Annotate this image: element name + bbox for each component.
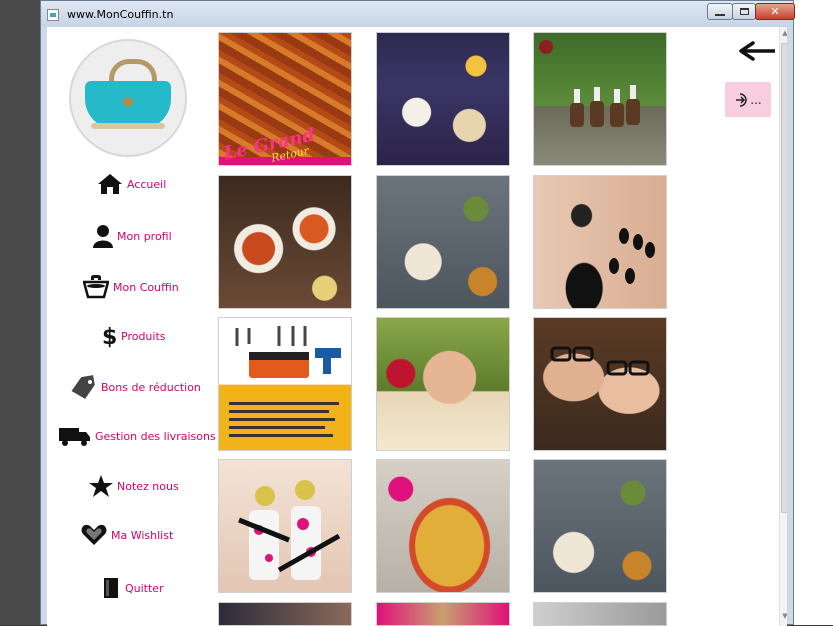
paintball-illustration (238, 480, 341, 580)
sidebar-item-notez-nous[interactable]: Notez nous (89, 475, 179, 497)
product-tile-eyewear[interactable] (533, 317, 667, 451)
minimize-button[interactable] (707, 3, 733, 20)
product-tile-paintball[interactable] (218, 459, 352, 593)
product-tile-restaurant-2[interactable] (533, 459, 667, 593)
arrow-left-icon[interactable] (739, 39, 779, 63)
heart-icon (81, 524, 107, 545)
close-icon: ✕ (770, 5, 780, 18)
exit-icon (104, 578, 118, 598)
maximize-icon (739, 8, 749, 15)
product-tile-horse-riding[interactable] (533, 32, 667, 166)
logout-button[interactable]: ... (725, 82, 771, 117)
toolbox-illustration (229, 326, 341, 437)
close-button[interactable]: ✕ (755, 3, 795, 20)
sidebar-item-label: Gestion des livraisons (95, 429, 216, 443)
scroll-down-icon[interactable]: ▼ (780, 612, 787, 622)
sidebar-item-mon-profil[interactable]: Mon profil (93, 224, 172, 248)
product-tile-partial-2[interactable] (376, 602, 510, 626)
glasses-illustration (550, 346, 650, 376)
logout-label: ... (750, 92, 762, 107)
sidebar-item-quitter[interactable]: Quitter (103, 577, 164, 599)
sidebar-item-label: Produits (121, 329, 166, 343)
window-title: www.MonCouffin.tn (67, 8, 174, 21)
scroll-up-icon[interactable]: ▲ (780, 29, 787, 39)
product-tile-spa[interactable] (376, 317, 510, 451)
nails-illustration (609, 228, 655, 284)
sidebar-item-label: Ma Wishlist (111, 528, 174, 542)
scrollbar-thumb[interactable] (781, 43, 787, 513)
svg-text:$: $ (102, 325, 117, 348)
product-tile-tools[interactable] (218, 317, 352, 451)
profile-avatar[interactable] (69, 39, 187, 157)
minimize-icon (715, 13, 725, 16)
sidebar-item-mon-couffin[interactable]: Mon Couffin (83, 275, 179, 299)
vertical-scrollbar[interactable]: ▲ ▼ (779, 27, 787, 626)
sidebar-item-label: Notez nous (117, 479, 179, 493)
product-tile-partial-1[interactable] (218, 602, 352, 626)
dollar-icon: $ (102, 325, 117, 348)
home-icon (98, 174, 122, 194)
product-tile-pizza[interactable]: Le Grand Retour (218, 32, 352, 166)
sidebar-item-label: Accueil (127, 177, 167, 191)
desktop-left-edge (0, 0, 42, 625)
sidebar-item-accueil[interactable]: Accueil (97, 173, 166, 195)
sidebar-item-label: Mon profil (117, 229, 172, 243)
tag-icon (71, 375, 95, 399)
sidebar-item-produits[interactable]: $ Produits (101, 324, 166, 348)
basket-icon (83, 275, 109, 299)
truck-icon (59, 428, 90, 446)
sidebar-item-label: Quitter (125, 581, 164, 595)
app-window: www.MonCouffin.tn ✕ Accueil Mon profil M… (40, 0, 795, 626)
product-tile-buffet[interactable] (376, 459, 510, 593)
sidebar-item-bons-de-reduction[interactable]: Bons de réduction (69, 375, 201, 399)
product-tile-makeup[interactable] (533, 175, 667, 309)
product-tile-partial-3[interactable] (533, 602, 667, 626)
desktop-right-edge (794, 0, 833, 625)
sidebar-item-label: Bons de réduction (101, 380, 201, 394)
sidebar-item-label: Mon Couffin (113, 280, 179, 294)
sidebar-item-ma-wishlist[interactable]: Ma Wishlist (81, 524, 173, 546)
logout-icon (736, 92, 748, 107)
sidebar-item-gestion-des-livraisons[interactable]: Gestion des livraisons (59, 425, 216, 447)
product-tile-restaurant[interactable] (376, 175, 510, 309)
star-icon (89, 475, 113, 497)
user-icon (93, 225, 113, 248)
product-tile-pasta[interactable] (218, 175, 352, 309)
product-tile-breakfast[interactable] (376, 32, 510, 166)
horses-illustration (539, 40, 640, 127)
main-content: Accueil Mon profil Mon Couffin $ Produit… (47, 27, 787, 626)
app-window-icon (47, 9, 59, 21)
title-bar[interactable]: www.MonCouffin.tn ✕ (41, 1, 795, 27)
maximize-button[interactable] (732, 3, 756, 20)
